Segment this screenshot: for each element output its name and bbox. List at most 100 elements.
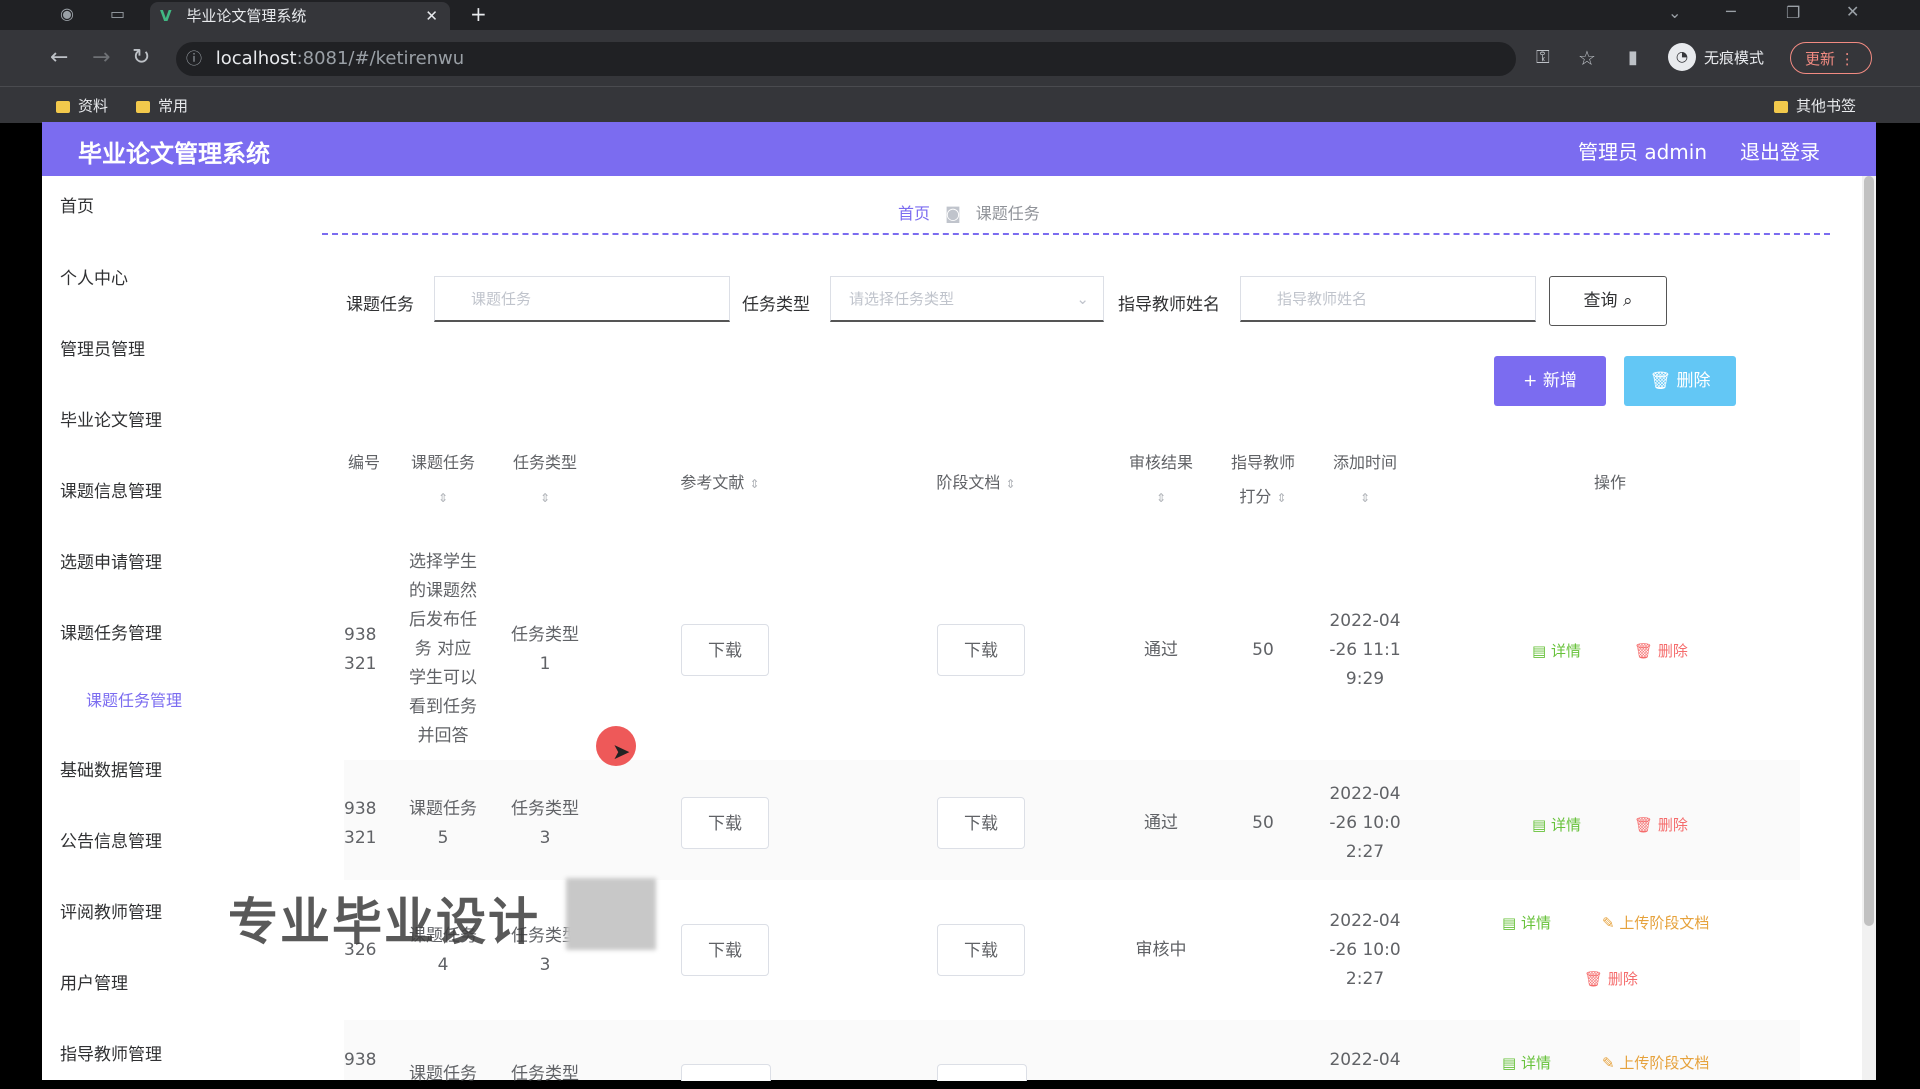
row1-time-line: -26 11:1: [1329, 640, 1401, 660]
sidebar-item-notice[interactable]: 公告信息管理: [60, 827, 162, 852]
row2-refs-download-button[interactable]: 下载: [681, 797, 769, 849]
delete-label: 删除: [1607, 970, 1638, 988]
row2-score: 50: [1252, 813, 1274, 833]
row4-upload-button[interactable]: ✎ 上传阶段文档: [1602, 1052, 1709, 1073]
add-button[interactable]: + 新增: [1494, 356, 1606, 406]
row1-no-line1: 938: [344, 625, 377, 645]
batch-delete-button[interactable]: 🗑 删除: [1624, 356, 1736, 406]
reload-icon[interactable]: ↻: [132, 30, 150, 86]
row1-stage-download-button[interactable]: 下载: [937, 624, 1025, 676]
row4-detail-button[interactable]: ▤ 详情: [1502, 1052, 1551, 1073]
row3-time-line: 2022-04: [1329, 911, 1401, 931]
sidebar-item-supervisor[interactable]: 指导教师管理: [60, 1040, 162, 1065]
th-time[interactable]: 添加时间 ⇕: [1322, 446, 1408, 515]
row3-upload-button[interactable]: ✎ 上传阶段文档: [1602, 912, 1709, 933]
sidebar-item-users[interactable]: 用户管理: [60, 969, 128, 994]
app-title: 毕业论文管理系统: [78, 140, 270, 168]
sort-icon[interactable]: ⇕: [540, 491, 550, 505]
close-tab-icon[interactable]: ✕: [425, 2, 438, 30]
th-task[interactable]: 课题任务 ⇕: [400, 446, 486, 515]
row2-delete-button[interactable]: 🗑 删除: [1634, 814, 1688, 835]
teacher-input[interactable]: 指导教师姓名: [1240, 276, 1536, 322]
th-no[interactable]: 编号: [344, 446, 380, 480]
query-button[interactable]: 查询 ⌕: [1549, 276, 1667, 326]
th-result[interactable]: 审核结果 ⇕: [1118, 446, 1204, 515]
address-bar[interactable]: ⓘ localhost:8081/#/ketirenwu: [176, 42, 1516, 76]
task-input[interactable]: 课题任务: [434, 276, 730, 322]
row1-time-line: 9:29: [1345, 669, 1385, 689]
incognito-icon[interactable]: ◔: [1668, 43, 1696, 71]
th-result-label: 审核结果: [1128, 453, 1193, 472]
breadcrumb-separator-icon: ◙: [945, 204, 961, 223]
browser-tab[interactable]: V 毕业论文管理系统 ✕: [150, 2, 450, 30]
sort-icon[interactable]: ⇕: [438, 491, 448, 505]
row1-type-line2: 1: [539, 654, 551, 674]
row3-detail-button[interactable]: ▤ 详情: [1502, 912, 1551, 933]
scrollbar-thumb[interactable]: [1864, 176, 1874, 926]
other-bookmarks[interactable]: 其他书签: [1774, 95, 1856, 116]
sort-icon[interactable]: ⇕: [1156, 491, 1166, 505]
sort-icon[interactable]: ⇕: [750, 477, 760, 491]
back-icon[interactable]: ←: [50, 30, 68, 86]
row1-delete-button[interactable]: 🗑 删除: [1634, 640, 1688, 661]
browser-tab-bar: ◉ ▭ V 毕业论文管理系统 ✕ + ⌄ ─ ❐ ✕: [0, 0, 1920, 30]
update-button[interactable]: 更新 ⋮: [1790, 42, 1872, 74]
detail-label: 详情: [1550, 642, 1581, 660]
row1-detail-button[interactable]: ▤ 详情: [1532, 640, 1581, 661]
row1-task: 选择学生 的课题然 后发布任务 对应 学生可以 看到任务 并回答: [400, 548, 486, 751]
sidebar-item-reviewer[interactable]: 评阅教师管理: [60, 898, 162, 923]
side-panel-icon[interactable]: ▮: [1628, 30, 1638, 86]
bookmark-folder-1[interactable]: 资料: [56, 95, 108, 116]
trash-icon: 🗑: [1634, 642, 1654, 660]
minimize-icon[interactable]: ─: [1726, 2, 1736, 21]
th-refs[interactable]: 参考文献 ⇕: [640, 466, 800, 501]
row1-refs-download-button[interactable]: 下载: [681, 624, 769, 676]
sidebar-item-base-data[interactable]: 基础数据管理: [60, 756, 162, 781]
breadcrumb-home[interactable]: 首页: [898, 204, 930, 223]
breadcrumb-current: 课题任务: [975, 204, 1040, 223]
bookmark-folder-2[interactable]: 常用: [136, 95, 188, 116]
sidebar-item-topic-info[interactable]: 课题信息管理: [60, 477, 162, 502]
sidebar-subitem-topic-task[interactable]: 课题任务管理: [86, 687, 182, 711]
upload-label: 上传阶段文档: [1619, 914, 1710, 932]
restore-icon[interactable]: ❐: [1786, 3, 1800, 22]
close-window-icon[interactable]: ✕: [1846, 2, 1859, 21]
row4-stage-download-button[interactable]: [937, 1064, 1027, 1081]
row1-result: 通过: [1144, 640, 1178, 660]
sort-icon[interactable]: ⇕: [1006, 477, 1016, 491]
site-info-icon[interactable]: ⓘ: [186, 49, 202, 68]
row2-stage-download-button[interactable]: 下载: [937, 797, 1025, 849]
bookmark-star-icon[interactable]: ☆: [1578, 30, 1596, 86]
sidebar-item-topic-apply[interactable]: 选题申请管理: [60, 548, 162, 573]
row1-score: 50: [1252, 640, 1274, 660]
chrome-icon[interactable]: ◉: [60, 4, 74, 23]
sidebar-item-thesis[interactable]: 毕业论文管理: [60, 406, 162, 431]
detail-label: 详情: [1520, 1054, 1551, 1072]
password-key-icon[interactable]: ⚿: [1536, 30, 1550, 86]
trash-icon: 🗑: [1649, 371, 1672, 391]
row2-detail-button[interactable]: ▤ 详情: [1532, 814, 1581, 835]
tab-search-icon[interactable]: ⌄: [1668, 3, 1681, 22]
sidebar-item-admin[interactable]: 管理员管理: [60, 335, 145, 360]
sort-icon[interactable]: ⇕: [1277, 491, 1287, 505]
th-stage[interactable]: 阶段文档 ⇕: [896, 466, 1056, 501]
th-score[interactable]: 指导教师 打分 ⇕: [1220, 446, 1306, 515]
row3-delete-button[interactable]: 🗑 删除: [1584, 968, 1638, 989]
doc-icon: ▤: [1502, 1054, 1517, 1072]
row1-task-line: 学生可以: [409, 668, 477, 688]
batch-delete-label: 删除: [1676, 371, 1711, 391]
row3-stage-download-button[interactable]: 下载: [937, 924, 1025, 976]
new-tab-icon[interactable]: +: [470, 2, 487, 26]
type-select[interactable]: 请选择任务类型 ⌄: [830, 276, 1104, 322]
sidebar-item-profile[interactable]: 个人中心: [60, 264, 128, 289]
forward-icon[interactable]: →: [92, 30, 110, 86]
sidebar-item-home[interactable]: 首页: [60, 192, 94, 217]
th-task-label: 课题任务: [410, 453, 475, 472]
row4-refs-download-button[interactable]: [681, 1064, 771, 1081]
row3-refs-download-button[interactable]: 下载: [681, 924, 769, 976]
sort-icon[interactable]: ⇕: [1360, 491, 1370, 505]
logout-link[interactable]: 退出登录: [1740, 136, 1820, 165]
window-icon[interactable]: ▭: [110, 4, 125, 23]
sidebar-item-topic-task[interactable]: 课题任务管理: [60, 619, 162, 644]
th-type[interactable]: 任务类型 ⇕: [502, 446, 588, 515]
